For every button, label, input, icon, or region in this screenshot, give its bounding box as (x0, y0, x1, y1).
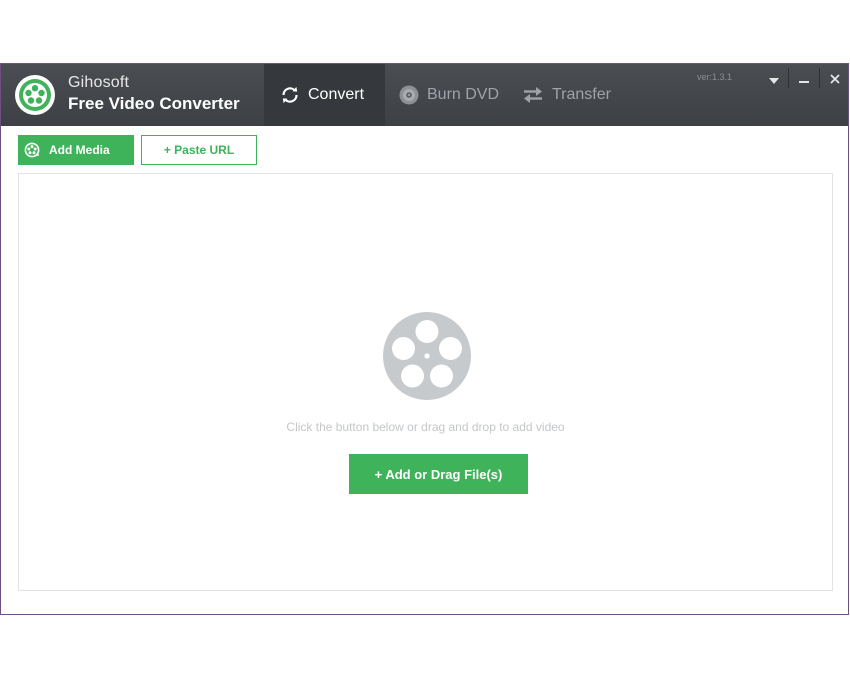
tab-burn-dvd-label: Burn DVD (427, 86, 500, 103)
paste-url-button[interactable]: + Paste URL (141, 135, 257, 165)
add-or-drag-files-button[interactable]: + Add or Drag File(s) (349, 454, 528, 494)
tab-burn-dvd[interactable]: Burn DVD (398, 64, 499, 126)
film-reel-icon (24, 142, 40, 158)
tab-transfer[interactable]: Transfer (521, 64, 611, 126)
film-reel-icon (383, 312, 471, 404)
add-media-button[interactable]: Add Media (18, 135, 134, 165)
tab-convert-label: Convert (308, 86, 365, 103)
app-logo-icon (15, 75, 55, 115)
add-or-drag-files-label: + Add or Drag File(s) (374, 466, 503, 482)
app-brand: Gihosoft Free Video Converter (68, 74, 240, 113)
menu-dropdown-button[interactable] (759, 64, 788, 92)
tab-convert[interactable]: Convert (264, 64, 385, 126)
drop-zone[interactable]: Click the button below or drag and drop … (18, 173, 833, 591)
refresh-icon (279, 84, 301, 106)
add-media-label: Add Media (49, 143, 110, 157)
minimize-icon (798, 69, 809, 88)
tab-transfer-label: Transfer (552, 86, 611, 103)
close-button[interactable] (820, 64, 849, 92)
product-name: Free Video Converter (68, 94, 240, 113)
app-window: Gihosoft Free Video Converter Convert Bu… (0, 63, 849, 615)
drop-hint-text: Click the button below or drag and drop … (286, 420, 565, 434)
transfer-arrows-icon (521, 84, 545, 106)
paste-url-label: + Paste URL (163, 143, 235, 157)
version-label: ver:1.3.1 (697, 72, 733, 82)
disc-icon (398, 84, 420, 106)
close-icon (829, 69, 840, 88)
brand-name: Gihosoft (68, 74, 130, 91)
minimize-button[interactable] (789, 64, 818, 92)
caret-down-icon (768, 69, 779, 88)
title-bar: Gihosoft Free Video Converter Convert Bu… (1, 64, 848, 126)
